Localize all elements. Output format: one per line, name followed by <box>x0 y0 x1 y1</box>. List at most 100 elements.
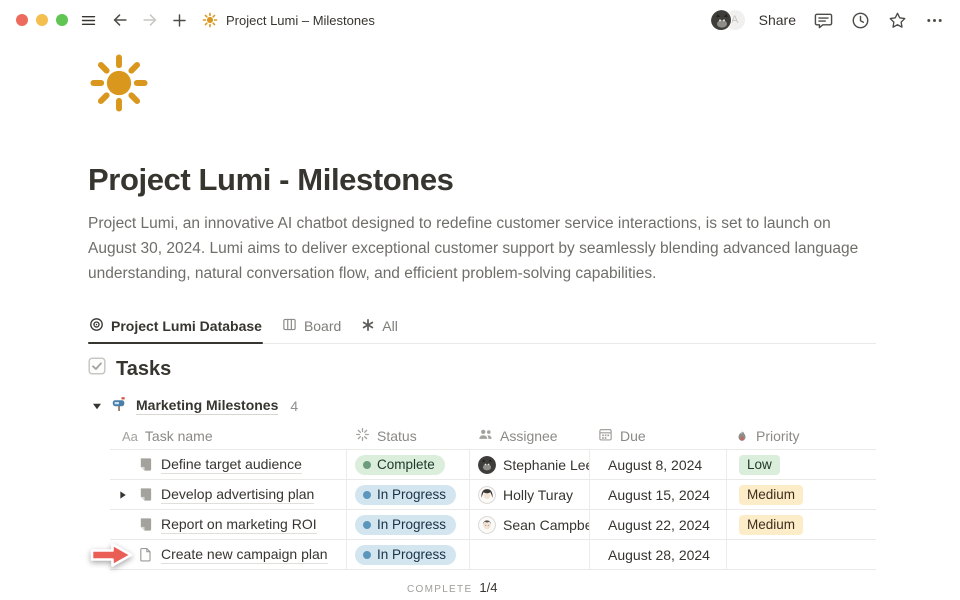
column-header-assignee[interactable]: Assignee <box>470 423 590 449</box>
page-title: Project Lumi - Milestones <box>88 162 876 198</box>
collapse-toggle-icon[interactable] <box>92 401 102 411</box>
history-icon[interactable] <box>851 11 870 30</box>
checkbox-icon <box>88 357 106 381</box>
due-date: August 15, 2024 <box>608 487 710 503</box>
priority-cell[interactable] <box>727 540 876 569</box>
task-cell[interactable]: Report on marketing ROI <box>110 510 347 539</box>
due-cell[interactable]: August 15, 2024 <box>590 480 727 509</box>
page-description: Project Lumi, an innovative AI chatbot d… <box>88 212 874 286</box>
back-icon[interactable] <box>111 11 129 29</box>
mailbox-icon <box>111 396 127 415</box>
due-date: August 22, 2024 <box>608 517 710 533</box>
presence-avatars[interactable]: A <box>710 9 745 31</box>
text-style-icon: Aa <box>122 429 138 444</box>
zoom-window-button[interactable] <box>56 14 68 26</box>
priority-cell[interactable]: Low <box>727 450 876 479</box>
table-footer-calc[interactable]: COMPLETE 1/4 <box>407 580 876 595</box>
due-date: August 28, 2024 <box>608 547 710 563</box>
avatar <box>478 516 496 534</box>
avatar <box>478 456 496 474</box>
tab-label: All <box>382 318 398 334</box>
column-header-due[interactable]: Due <box>590 423 727 449</box>
tasks-heading: Tasks <box>88 357 876 381</box>
tab-project-lumi-database[interactable]: Project Lumi Database <box>88 312 263 343</box>
forward-icon[interactable] <box>141 11 159 29</box>
task-title-link[interactable]: Create new campaign plan <box>161 546 328 564</box>
new-tab-icon[interactable] <box>171 12 188 29</box>
view-tabs: Project Lumi Database Board All <box>88 312 876 344</box>
task-title-link[interactable]: Define target audience <box>161 456 302 474</box>
priority-tag: Medium <box>739 485 803 505</box>
avatar <box>710 9 732 31</box>
task-title-link[interactable]: Develop advertising plan <box>161 486 314 504</box>
tab-label: Project Lumi Database <box>111 318 262 334</box>
status-pill: In Progress <box>355 485 456 505</box>
calc-value: 1/4 <box>479 580 497 595</box>
flame-icon <box>735 428 749 445</box>
calc-label: COMPLETE <box>407 584 472 595</box>
window-titlebar: Project Lumi – Milestones A Share <box>0 0 960 40</box>
tab-board[interactable]: Board <box>281 312 342 343</box>
calendar-icon <box>598 427 613 445</box>
status-dot <box>363 491 371 499</box>
people-icon <box>478 427 493 445</box>
tasks-table: Aa Task name Status Assignee Due <box>110 423 876 595</box>
assignee-name: Sean Campbell <box>503 517 590 533</box>
due-date: August 8, 2024 <box>608 457 702 473</box>
tab-label: Board <box>304 318 341 334</box>
assignee-cell[interactable]: Stephanie Lee <box>470 450 590 479</box>
table-row: Define target audience Complete Stephani… <box>110 450 876 480</box>
assignee-cell[interactable]: Holly Turay <box>470 480 590 509</box>
group-label[interactable]: Marketing Milestones <box>136 397 278 415</box>
favorite-star-icon[interactable] <box>888 11 907 30</box>
status-cell[interactable]: Complete <box>347 450 470 479</box>
group-count: 4 <box>290 398 298 414</box>
page-body: Project Lumi - Milestones Project Lumi, … <box>0 52 960 595</box>
comments-icon[interactable] <box>814 11 833 30</box>
page-icon <box>138 487 153 502</box>
status-cell[interactable]: In Progress <box>347 510 470 539</box>
due-cell[interactable]: August 28, 2024 <box>590 540 727 569</box>
column-header-task-name[interactable]: Aa Task name <box>110 423 347 449</box>
assignee-cell[interactable]: Sean Campbell <box>470 510 590 539</box>
page-icon <box>138 457 153 472</box>
tasks-heading-label: Tasks <box>116 358 171 381</box>
traffic-lights <box>16 14 68 26</box>
due-cell[interactable]: August 8, 2024 <box>590 450 727 479</box>
board-icon <box>282 317 297 335</box>
task-cell[interactable]: Develop advertising plan <box>110 480 347 509</box>
more-icon[interactable] <box>925 11 944 30</box>
table-row: Create new campaign plan In Progress Aug… <box>110 540 876 570</box>
table-row: Develop advertising plan In Progress Hol… <box>110 480 876 510</box>
priority-tag: Low <box>739 455 780 475</box>
page-sun-icon[interactable] <box>88 52 150 114</box>
close-window-button[interactable] <box>16 14 28 26</box>
table-row: Report on marketing ROI In Progress Sean… <box>110 510 876 540</box>
table-header-row: Aa Task name Status Assignee Due <box>110 423 876 450</box>
expand-toggle-icon[interactable] <box>118 490 127 499</box>
task-cell[interactable]: Create new campaign plan <box>110 540 347 569</box>
menu-icon[interactable] <box>80 12 97 29</box>
task-title-link[interactable]: Report on marketing ROI <box>161 516 317 534</box>
status-dot <box>363 521 371 529</box>
page-icon <box>138 517 153 532</box>
tab-all[interactable]: All <box>360 312 399 343</box>
status-burst-icon <box>355 427 370 445</box>
status-dot <box>363 551 371 559</box>
sun-icon <box>202 12 218 28</box>
assignee-cell[interactable] <box>470 540 590 569</box>
column-header-status[interactable]: Status <box>347 423 470 449</box>
minimize-window-button[interactable] <box>36 14 48 26</box>
due-cell[interactable]: August 22, 2024 <box>590 510 727 539</box>
share-button[interactable]: Share <box>759 12 796 28</box>
column-header-priority[interactable]: Priority <box>727 423 876 449</box>
window-title: Project Lumi – Milestones <box>226 13 375 28</box>
priority-tag: Medium <box>739 515 803 535</box>
priority-cell[interactable]: Medium <box>727 510 876 539</box>
task-cell[interactable]: Define target audience <box>110 450 347 479</box>
status-cell[interactable]: In Progress <box>347 540 470 569</box>
target-icon <box>89 317 104 335</box>
status-cell[interactable]: In Progress <box>347 480 470 509</box>
priority-cell[interactable]: Medium <box>727 480 876 509</box>
empty-page-icon <box>138 547 153 562</box>
